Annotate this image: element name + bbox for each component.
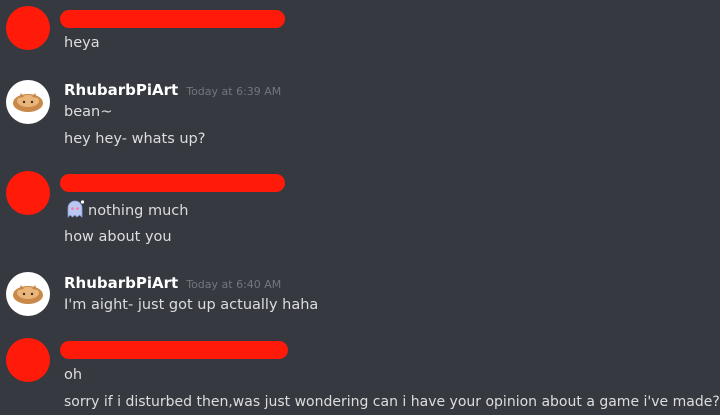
redacted-avatar[interactable] bbox=[6, 338, 50, 382]
message-text: heya bbox=[64, 35, 100, 51]
message-text: hey hey- whats up? bbox=[64, 131, 206, 147]
ghost-icon bbox=[67, 200, 85, 218]
message-header: RhubarbPiArt Today at 6:39 AM bbox=[64, 80, 281, 99]
redacted-username-bar bbox=[60, 174, 285, 192]
message-header: RhubarbPiArt Today at 6:40 AM bbox=[64, 273, 281, 292]
blue-ghost-emoji bbox=[64, 199, 86, 219]
bread-cat-icon bbox=[13, 93, 43, 112]
username[interactable]: RhubarbPiArt bbox=[64, 81, 178, 99]
redacted-avatar[interactable] bbox=[6, 171, 50, 215]
message-line: nothing much bbox=[64, 199, 188, 221]
timestamp[interactable]: Today at 6:39 AM bbox=[186, 85, 281, 98]
message-text: I'm aight- just got up actually haha bbox=[64, 297, 319, 313]
redacted-username-bar bbox=[60, 10, 285, 28]
redacted-username-bar bbox=[60, 341, 288, 359]
bread-cat-avatar[interactable] bbox=[6, 80, 50, 124]
timestamp[interactable]: Today at 6:40 AM bbox=[186, 278, 281, 291]
redacted-avatar[interactable] bbox=[6, 6, 50, 50]
bread-cat-icon bbox=[13, 285, 43, 304]
username[interactable]: RhubarbPiArt bbox=[64, 274, 178, 292]
bread-cat-avatar[interactable] bbox=[6, 272, 50, 316]
message-text: sorry if i disturbed then,was just wonde… bbox=[64, 394, 720, 410]
message-text: how about you bbox=[64, 229, 172, 245]
message-text: oh bbox=[64, 367, 83, 383]
message-text: nothing much bbox=[88, 203, 189, 219]
message-text: bean~ bbox=[64, 104, 113, 120]
